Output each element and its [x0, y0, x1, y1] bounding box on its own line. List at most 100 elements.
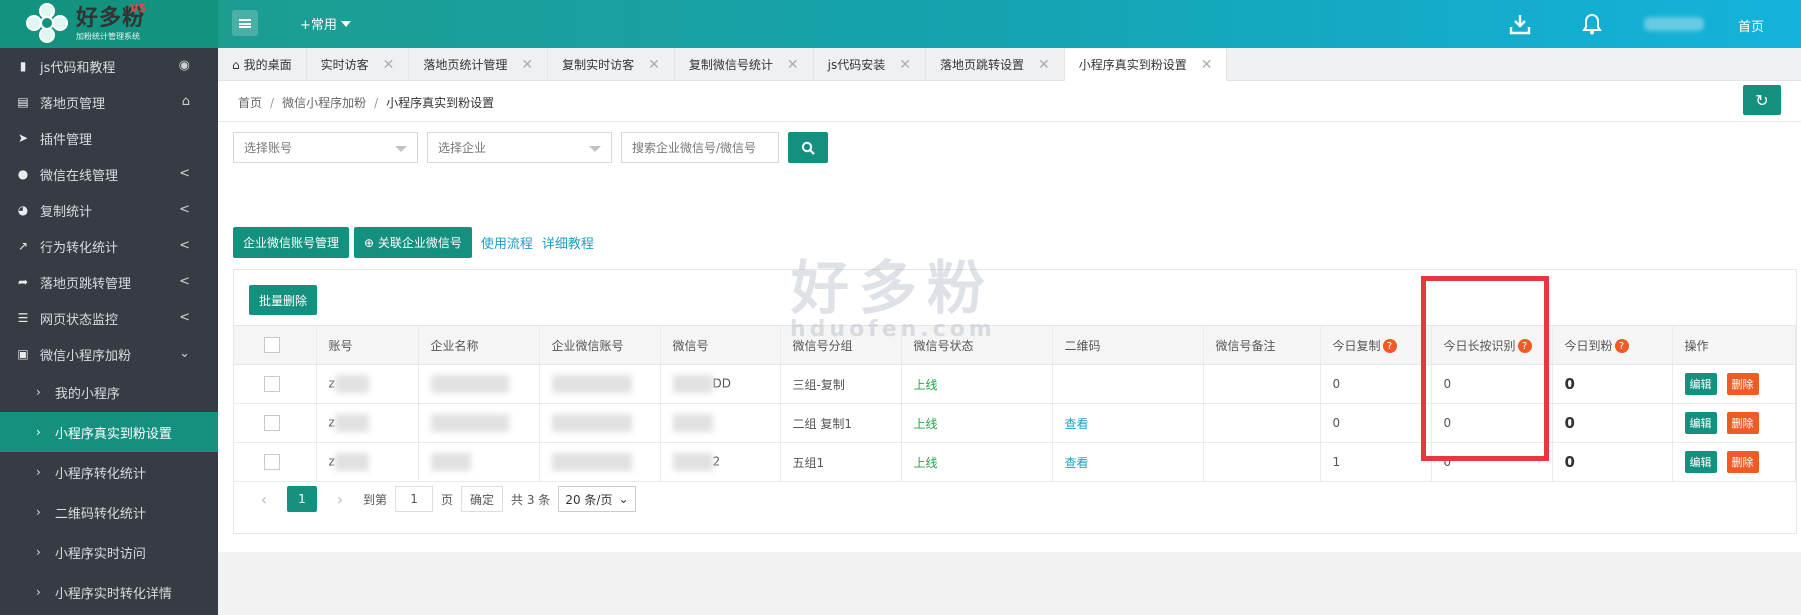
cell-company: [418, 403, 540, 443]
redacted-block: [334, 414, 369, 432]
row-checkbox[interactable]: [264, 454, 280, 470]
tab-copy-wechat-stats[interactable]: 复制微信号统计 ✕: [675, 48, 814, 81]
page-size-select[interactable]: 20 条/页 ⌄: [558, 486, 636, 512]
search-button[interactable]: [788, 132, 828, 163]
prev-page-icon[interactable]: ‹: [249, 486, 279, 512]
tab-desktop[interactable]: ⌂ 我的桌面: [218, 48, 307, 81]
close-icon[interactable]: ✕: [899, 57, 911, 73]
edit-button[interactable]: 编辑: [1684, 412, 1717, 434]
breadcrumb-home[interactable]: 首页: [238, 96, 262, 110]
cell-company: [418, 442, 540, 482]
tab-js-install[interactable]: js代码安装 ✕: [814, 48, 926, 81]
sidebar-item-js-code[interactable]: ▮ js代码和教程 ◉: [0, 48, 218, 84]
edit-button[interactable]: 编辑: [1684, 373, 1717, 395]
tab-redirect-settings[interactable]: 落地页跳转设置 ✕: [926, 48, 1065, 81]
user-avatar[interactable]: [1644, 17, 1704, 31]
quick-menu[interactable]: +常用: [300, 14, 351, 33]
cell-text: DD: [712, 376, 731, 391]
breadcrumb-parent[interactable]: 微信小程序加粉: [282, 96, 366, 110]
delete-button[interactable]: 删除: [1726, 373, 1759, 395]
company-select-placeholder: 选择企业: [438, 141, 487, 155]
sidebar-subitem-label: 小程序实时访问: [54, 546, 146, 562]
tab-label: 复制实时访客: [562, 58, 635, 72]
edit-button[interactable]: 编辑: [1684, 451, 1717, 473]
link-wechat-button[interactable]: ⊕ 关联企业微信号: [354, 227, 472, 258]
search-input[interactable]: 搜索企业微信号/微信号: [621, 132, 779, 163]
tab-landing-stats[interactable]: 落地页统计管理 ✕: [409, 48, 549, 81]
sidebar-subitem-label: 二维码转化统计: [54, 506, 146, 522]
home-link[interactable]: 首页: [1738, 16, 1764, 35]
sidebar-item-label: js代码和教程: [40, 60, 116, 76]
cell-company: [418, 364, 540, 404]
delete-button[interactable]: 删除: [1726, 451, 1759, 473]
sidebar-item-plugins[interactable]: ➤ 插件管理: [0, 120, 218, 156]
sidebar-subitem-realtime-visits[interactable]: › 小程序实时访问: [0, 532, 218, 572]
close-icon[interactable]: ✕: [648, 57, 660, 73]
close-icon[interactable]: ✕: [521, 57, 533, 73]
sidebar-item-copy-stats[interactable]: ◕ 复制统计 <: [0, 192, 218, 228]
cell-account: z: [316, 364, 419, 404]
table-container: 批量删除 账号 企业名称 企业微信账号 微信号 微信号分组 微信号状态 二维码 …: [233, 269, 1797, 534]
cell-qrcode[interactable]: 查看: [1052, 442, 1204, 482]
sidebar-subitem-qr-conversion[interactable]: › 二维码转化统计: [0, 492, 218, 532]
redacted-block: [672, 453, 713, 471]
tab-real-fans-settings[interactable]: 小程序真实到粉设置 ✕: [1064, 48, 1228, 81]
manage-accounts-button[interactable]: 企业微信账号管理: [233, 227, 350, 258]
download-icon[interactable]: [1508, 12, 1532, 36]
sidebar-item-label: 落地页跳转管理: [40, 276, 132, 292]
close-icon[interactable]: ✕: [383, 57, 395, 73]
row-checkbox[interactable]: [264, 415, 280, 431]
refresh-button[interactable]: ↻: [1743, 85, 1781, 115]
sidebar-item-label: 行为转化统计: [40, 240, 119, 256]
sidebar-subitem-mini-conversion[interactable]: › 小程序转化统计: [0, 452, 218, 492]
bell-icon[interactable]: [1580, 12, 1604, 36]
sidebar-subitem-my-mini-program[interactable]: › 我的小程序: [0, 372, 218, 412]
column-header: 操作: [1672, 325, 1796, 365]
sidebar-item-label: 网页状态监控: [40, 312, 119, 328]
cell-qrcode[interactable]: 查看: [1052, 403, 1204, 443]
menu-toggle-button[interactable]: [232, 10, 258, 36]
share-icon: ➦: [17, 275, 29, 289]
logo[interactable]: 好多粉 加粉统计管理系统 V5: [0, 0, 218, 48]
sidebar-item-landing-pages[interactable]: ▤ 落地页管理 ⌂: [0, 84, 218, 120]
tab-realtime-visitors[interactable]: 实时访客 ✕: [307, 48, 410, 81]
close-icon[interactable]: ✕: [787, 57, 799, 73]
help-icon[interactable]: ?: [1614, 339, 1629, 353]
tab-copy-visitors[interactable]: 复制实时访客 ✕: [548, 48, 675, 81]
row-checkbox-cell: [234, 364, 317, 404]
sidebar-item-monitor[interactable]: ☰ 网页状态监控 <: [0, 300, 218, 336]
cell-qrcode[interactable]: [1052, 364, 1204, 404]
redacted-block: [334, 453, 369, 471]
sidebar-item-redirect[interactable]: ➦ 落地页跳转管理 <: [0, 264, 218, 300]
cell-today-fans: 0: [1552, 364, 1673, 404]
redacted-block: [334, 375, 369, 393]
cell-wechat: DD: [660, 364, 781, 404]
close-icon[interactable]: ✕: [1201, 57, 1213, 73]
cell-wechat: [660, 403, 781, 443]
sidebar-item-wechat-online[interactable]: ● 微信在线管理 <: [0, 156, 218, 192]
account-select[interactable]: 选择账号: [233, 132, 418, 163]
page-confirm-button[interactable]: 确定: [461, 486, 504, 512]
page-input[interactable]: 1: [395, 486, 434, 512]
sidebar-subitem-realtime-conversion[interactable]: › 小程序实时转化详情: [0, 572, 218, 612]
select-all-checkbox[interactable]: [264, 337, 280, 353]
sidebar-item-conversion-stats[interactable]: ↗ 行为转化统计 <: [0, 228, 218, 264]
cell-status: 上线: [901, 442, 1053, 482]
flow-link[interactable]: 使用流程: [481, 233, 533, 252]
sidebar-subitem-real-fans-settings[interactable]: › 小程序真实到粉设置: [0, 412, 218, 452]
help-icon[interactable]: ?: [1382, 339, 1397, 353]
sidebar-item-mini-program[interactable]: ▣ 微信小程序加粉 ⌄: [0, 336, 218, 372]
page-button-current[interactable]: 1: [287, 486, 317, 512]
column-header: 微信号状态: [901, 325, 1053, 365]
close-icon[interactable]: ✕: [1038, 57, 1050, 73]
batch-delete-button[interactable]: 批量删除: [249, 285, 318, 315]
company-select[interactable]: 选择企业: [427, 132, 612, 163]
row-checkbox[interactable]: [264, 376, 280, 392]
chevron-right-icon: ›: [36, 545, 41, 559]
next-page-icon[interactable]: ›: [325, 486, 355, 512]
tutorial-link[interactable]: 详细教程: [542, 233, 594, 252]
cell-corp-account: [539, 403, 661, 443]
column-header: 微信号: [660, 325, 781, 365]
delete-button[interactable]: 删除: [1726, 412, 1759, 434]
redacted-block: [672, 414, 713, 432]
